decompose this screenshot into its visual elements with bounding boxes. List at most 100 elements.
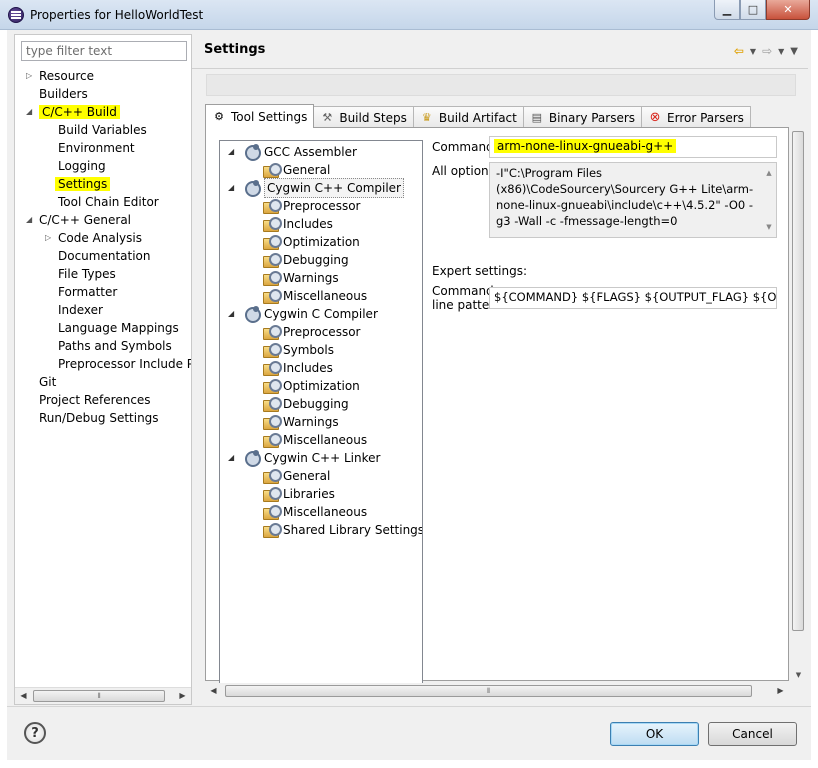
tree-item-c-preprocessor[interactable]: Preprocessor	[263, 323, 360, 341]
back-arrow-icon[interactable]: ⇦	[734, 44, 744, 58]
nav-item-builders[interactable]: Builders	[39, 85, 88, 103]
tree-item-shared-library-settings[interactable]: Shared Library Settings	[263, 521, 422, 539]
nav-item-cc-build[interactable]: ◢ C/C++ Build	[26, 103, 120, 121]
scroll-down-icon[interactable]: ▼	[790, 671, 807, 679]
tree-item-c-compiler[interactable]: ◢ Cygwin C Compiler	[228, 305, 378, 323]
tab-error-parsers[interactable]: ⊗ Error Parsers	[641, 106, 751, 128]
nav-item-resource[interactable]: ▷ Resource	[26, 67, 94, 85]
nav-item-build-variables[interactable]: Build Variables	[58, 121, 147, 139]
tree-item-cpp-miscellaneous[interactable]: Miscellaneous	[263, 287, 367, 305]
collapse-icon[interactable]: ◢	[228, 143, 234, 161]
scroll-left-icon[interactable]: ◀	[15, 688, 32, 704]
nav-horizontal-scrollbar[interactable]: ◀ ⦀ ▶	[15, 687, 191, 704]
scroll-left-icon[interactable]: ◀	[205, 683, 222, 699]
close-button[interactable]: ✕	[766, 0, 810, 20]
tree-item-c-optimization[interactable]: Optimization	[263, 377, 360, 395]
minimize-button[interactable]: ▁	[714, 0, 740, 20]
tree-item-cpp-preprocessor[interactable]: Preprocessor	[263, 197, 360, 215]
filter-input[interactable]	[21, 41, 187, 61]
ok-button[interactable]: OK	[610, 722, 699, 746]
nav-item-preprocessor-include[interactable]: Preprocessor Include Pa	[58, 355, 191, 373]
scroll-thumb[interactable]: ⦀	[33, 690, 165, 702]
tab-label: Tool Settings	[231, 109, 308, 124]
nav-item-git[interactable]: Git	[39, 373, 56, 391]
page-vertical-scrollbar[interactable]: ▼	[790, 127, 807, 681]
collapse-icon[interactable]: ◢	[228, 305, 234, 323]
nav-item-tool-chain-editor[interactable]: Tool Chain Editor	[58, 193, 159, 211]
tree-item-linker-general[interactable]: General	[263, 467, 330, 485]
command-label: Command:	[432, 140, 498, 154]
options-category-icon	[263, 379, 282, 394]
options-scrollbar[interactable]: ▲ ▼	[762, 163, 776, 237]
chevron-down-icon[interactable]: ▼	[750, 47, 756, 56]
tab-build-steps[interactable]: ⚒ Build Steps	[313, 106, 414, 128]
tree-item-cpp-includes[interactable]: Includes	[263, 215, 333, 233]
scroll-thumb[interactable]: ⦀	[225, 685, 752, 697]
tree-item-cpp-linker[interactable]: ◢ Cygwin C++ Linker	[228, 449, 380, 467]
nav-label: Language Mappings	[58, 321, 179, 335]
nav-item-project-references[interactable]: Project References	[39, 391, 151, 409]
nav-item-language-mappings[interactable]: Language Mappings	[58, 319, 179, 337]
tree-item-cpp-warnings[interactable]: Warnings	[263, 269, 339, 287]
nav-item-cc-general[interactable]: ◢ C/C++ General	[26, 211, 131, 229]
view-menu-icon[interactable]: ▼	[790, 46, 798, 57]
tab-binary-parsers[interactable]: ▤ Binary Parsers	[522, 106, 643, 128]
tab-build-artifact[interactable]: ♛ Build Artifact	[412, 106, 524, 128]
nav-item-formatter[interactable]: Formatter	[58, 283, 117, 301]
tree-label: Warnings	[283, 415, 339, 429]
options-category-icon	[263, 163, 282, 178]
tab-label: Error Parsers	[667, 110, 744, 125]
scroll-thumb[interactable]	[792, 131, 804, 631]
nav-item-run-debug-settings[interactable]: Run/Debug Settings	[39, 409, 159, 427]
nav-item-logging[interactable]: Logging	[58, 157, 106, 175]
page-horizontal-scrollbar[interactable]: ◀ ⦀ ▶	[205, 683, 789, 700]
nav-item-file-types[interactable]: File Types	[58, 265, 116, 283]
forward-arrow-icon[interactable]: ⇨	[762, 44, 772, 58]
tree-item-c-miscellaneous[interactable]: Miscellaneous	[263, 431, 367, 449]
tree-item-assembler-general[interactable]: General	[263, 161, 330, 179]
nav-item-settings[interactable]: Settings	[55, 175, 111, 193]
maximize-button[interactable]: □	[740, 0, 766, 20]
tree-label: Debugging	[283, 397, 349, 411]
tree-item-linker-miscellaneous[interactable]: Miscellaneous	[263, 503, 367, 521]
tree-item-c-includes[interactable]: Includes	[263, 359, 333, 377]
scroll-up-icon[interactable]: ▲	[762, 165, 776, 181]
command-field[interactable]: arm-none-linux-gnueabi-g++	[489, 136, 777, 158]
expand-icon[interactable]: ▷	[45, 229, 51, 247]
nav-label: C/C++ Build	[39, 105, 120, 119]
collapse-icon[interactable]: ◢	[228, 449, 234, 467]
all-options-field[interactable]: -I"C:\Program Files (x86)\CodeSourcery\S…	[489, 162, 777, 238]
expand-icon[interactable]: ▷	[26, 67, 32, 85]
tree-item-gcc-assembler[interactable]: ◢ GCC Assembler	[228, 143, 357, 161]
cancel-button[interactable]: Cancel	[708, 722, 797, 746]
nav-item-environment[interactable]: Environment	[58, 139, 135, 157]
scroll-right-icon[interactable]: ▶	[772, 683, 789, 699]
header-divider	[192, 68, 808, 69]
nav-item-paths-and-symbols[interactable]: Paths and Symbols	[58, 337, 172, 355]
tree-item-linker-libraries[interactable]: Libraries	[263, 485, 335, 503]
tab-tool-settings[interactable]: ⚙ Tool Settings	[205, 104, 315, 128]
nav-item-documentation[interactable]: Documentation	[58, 247, 151, 265]
options-category-icon	[263, 217, 282, 232]
dialog-client: ▷ Resource Builders ◢ C/C++ Build Build Va…	[7, 30, 811, 760]
scroll-right-icon[interactable]: ▶	[174, 688, 191, 704]
nav-label: Documentation	[58, 249, 151, 263]
command-line-pattern-field[interactable]: ${COMMAND} ${FLAGS} ${OUTPUT_FLAG} ${OUT…	[489, 287, 777, 309]
collapse-icon[interactable]: ◢	[26, 103, 32, 121]
tree-item-cpp-optimization[interactable]: Optimization	[263, 233, 360, 251]
nav-item-indexer[interactable]: Indexer	[58, 301, 103, 319]
tree-label: Debugging	[283, 253, 349, 267]
scroll-down-icon[interactable]: ▼	[762, 219, 776, 235]
collapse-icon[interactable]: ◢	[228, 179, 234, 197]
tree-item-c-warnings[interactable]: Warnings	[263, 413, 339, 431]
tree-item-c-symbols[interactable]: Symbols	[263, 341, 334, 359]
tree-item-c-debugging[interactable]: Debugging	[263, 395, 349, 413]
tree-item-cpp-debugging[interactable]: Debugging	[263, 251, 349, 269]
collapse-icon[interactable]: ◢	[26, 211, 32, 229]
help-icon[interactable]: ?	[24, 722, 46, 744]
tree-item-cpp-compiler[interactable]: ◢ Cygwin C++ Compiler	[228, 178, 404, 198]
chevron-down-icon[interactable]: ▼	[778, 47, 784, 56]
tree-label: Warnings	[283, 271, 339, 285]
nav-item-code-analysis[interactable]: ▷ Code Analysis	[45, 229, 142, 247]
tree-label: Includes	[283, 217, 333, 231]
